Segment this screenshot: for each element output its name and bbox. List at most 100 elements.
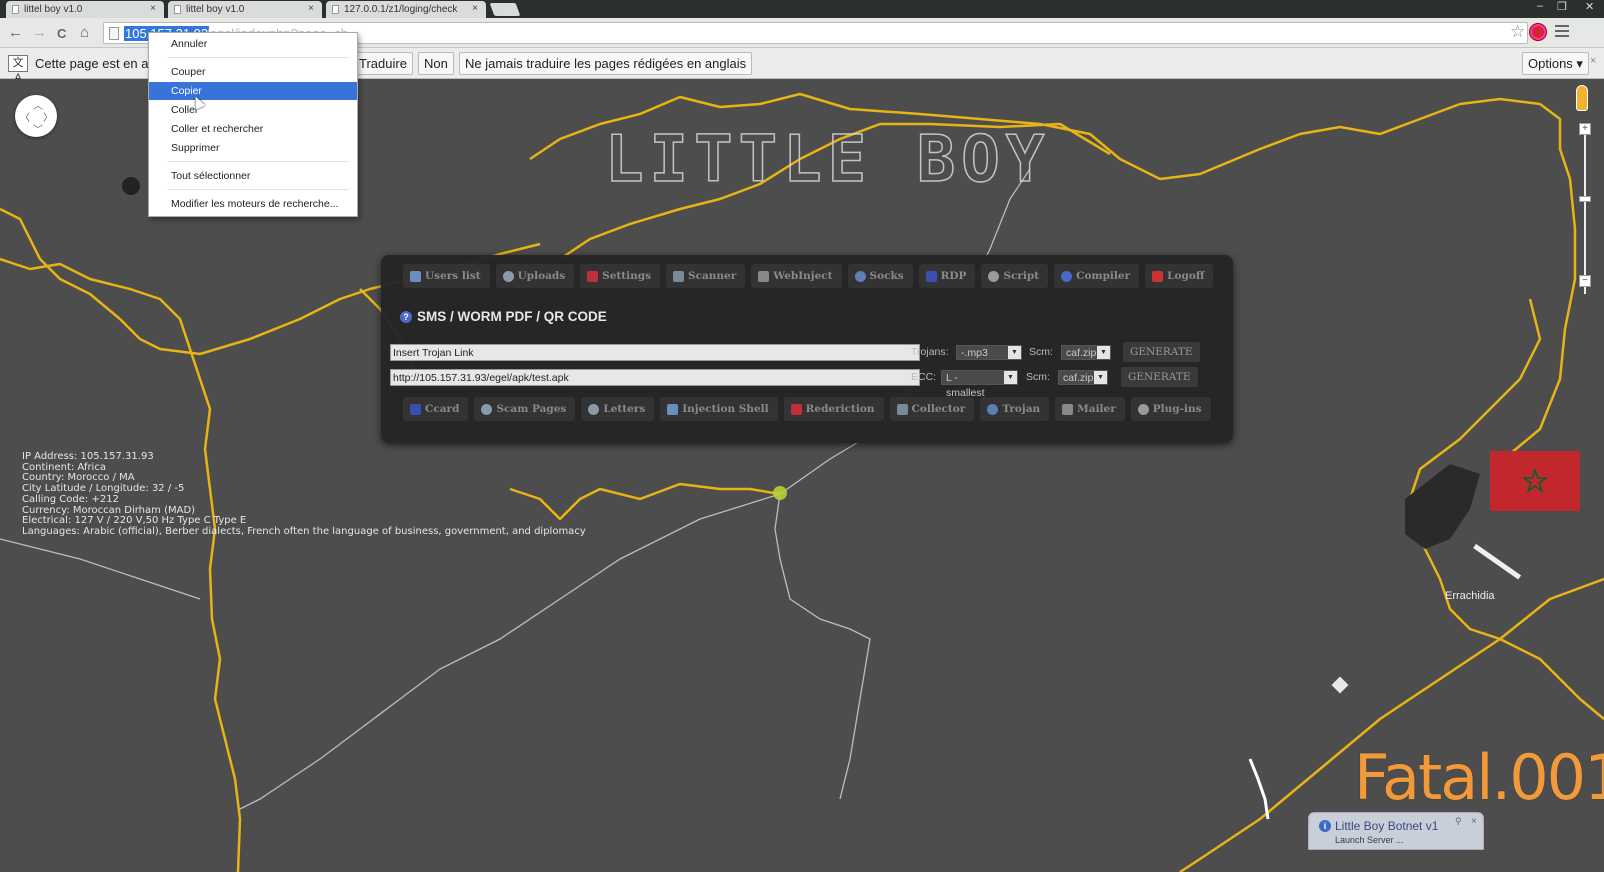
ecc-select[interactable]: L - smallest ▼ (941, 370, 1018, 399)
nav-compiler[interactable]: Compiler (1054, 264, 1140, 288)
translate-button[interactable]: Traduire (353, 52, 413, 75)
apk-url-input[interactable] (390, 369, 920, 386)
location-marker (773, 486, 787, 500)
trojans-select[interactable]: -.mp3 ▼ (956, 345, 1022, 360)
no-button[interactable]: Non (418, 52, 454, 75)
tab-close-icon[interactable]: × (150, 3, 156, 14)
new-tab-button[interactable] (489, 3, 521, 16)
nav-socks[interactable]: Socks (847, 264, 913, 288)
zoom-in-button[interactable]: + (1579, 123, 1591, 135)
languages: Languages: Arabic (official), Berber dia… (22, 525, 586, 537)
scm-select-2[interactable]: caf.zip ▼ (1058, 370, 1108, 385)
nav-mailer[interactable]: Mailer (1055, 397, 1125, 421)
pin-icon[interactable]: ⚲ (1455, 816, 1462, 827)
pan-left-icon[interactable]: 〈 (20, 109, 30, 124)
nav-logoff[interactable]: Logoff (1145, 264, 1214, 288)
menu-icon[interactable] (1555, 25, 1569, 37)
menu-item-couper[interactable]: Couper (149, 63, 357, 81)
bird-icon (758, 270, 770, 282)
menu-item-copier[interactable]: Copier (149, 82, 357, 100)
tab-close-icon[interactable]: × (308, 3, 314, 14)
pan-down-icon[interactable]: ﹀ (33, 121, 43, 136)
nav-scam-pages[interactable]: Scam Pages (474, 397, 576, 421)
nav-script[interactable]: Script (981, 264, 1049, 288)
tab-littel-boy-2[interactable]: littel boy v1.0 × (168, 1, 322, 18)
ecc-label: ECC: (911, 371, 937, 383)
nav-users-list[interactable]: Users list (403, 264, 490, 288)
pan-up-icon[interactable]: ︿ (33, 97, 43, 112)
scm-select-1[interactable]: caf.zip ▼ (1061, 345, 1111, 360)
tab-strip: littel boy v1.0 × littel boy v1.0 × 127.… (0, 0, 1604, 18)
nav-rdp[interactable]: RDP (918, 264, 976, 288)
power-icon (1152, 270, 1164, 282)
reload-button[interactable]: C (57, 26, 66, 41)
nav-injection-shell[interactable]: Injection Shell (660, 397, 778, 421)
select-value: -.mp3 (961, 347, 988, 359)
nav-collector[interactable]: Collector (889, 397, 975, 421)
compiler-icon (1061, 270, 1073, 282)
nav-rederiction[interactable]: Rederiction (783, 397, 884, 421)
menu-item-coller[interactable]: Coller (149, 101, 357, 119)
close-window-button[interactable]: ✕ (1585, 0, 1594, 13)
pan-right-icon[interactable]: 〉 (43, 109, 53, 124)
never-translate-button[interactable]: Ne jamais traduire les pages rédigées en… (459, 52, 753, 75)
nav-uploads[interactable]: Uploads (495, 264, 575, 288)
nav-label: Script (1003, 270, 1040, 282)
options-button[interactable]: Options ▾ (1522, 52, 1589, 75)
flag-star-icon (1523, 469, 1547, 493)
tab-login-check[interactable]: 127.0.0.1/z1/loging/check × (326, 1, 486, 18)
database-icon (481, 403, 493, 415)
translate-close-icon[interactable]: × (1590, 55, 1596, 67)
trojan-link-input[interactable] (390, 344, 920, 361)
chevron-down-icon: ▼ (1094, 371, 1107, 384)
nav-plug-ins[interactable]: Plug-ins (1130, 397, 1211, 421)
nav-settings[interactable]: Settings (580, 264, 660, 288)
nav-letters[interactable]: Letters (581, 397, 655, 421)
extension-icon[interactable] (1530, 24, 1546, 40)
nav-trojan[interactable]: Trojan (980, 397, 1050, 421)
section-title-text: SMS / WORM PDF / QR CODE (417, 309, 607, 324)
page-icon (12, 5, 19, 14)
generate-button-2[interactable]: GENERATE (1121, 367, 1198, 387)
notification-toast[interactable]: i Little Boy Botnet v1 Launch Server ...… (1308, 812, 1484, 850)
calling-code: Calling Code: +212 (22, 493, 119, 505)
zoom-out-button[interactable]: − (1579, 275, 1591, 287)
collector-icon (896, 403, 908, 415)
tab-close-icon[interactable]: × (470, 3, 478, 14)
zoom-slider-thumb[interactable] (1579, 196, 1591, 202)
database-icon (502, 270, 514, 282)
menu-item-modifier-moteurs[interactable]: Modifier les moteurs de recherche... (149, 195, 357, 213)
menu-item-coller-rechercher[interactable]: Coller et rechercher (149, 120, 357, 138)
notification-close-icon[interactable]: × (1471, 816, 1477, 827)
select-value: L - smallest (946, 372, 985, 399)
nav-label: Ccard (425, 403, 460, 415)
nav-ccard[interactable]: Ccard (403, 397, 469, 421)
top-nav: Users list Uploads Settings Scanner WebI… (403, 264, 1214, 288)
context-menu: Annuler Couper Copier Coller Coller et r… (148, 32, 358, 217)
pan-control[interactable]: ︿ ﹀ 〈 〉 (15, 95, 57, 137)
little-boy-logo: LITTLE BOY (604, 122, 1051, 198)
bookmark-star-icon[interactable]: ☆ (1510, 22, 1525, 42)
nav-scanner[interactable]: Scanner (666, 264, 746, 288)
menu-item-supprimer[interactable]: Supprimer (149, 139, 357, 157)
restore-button[interactable]: ❐ (1557, 0, 1567, 13)
menu-item-tout-selectionner[interactable]: Tout sélectionner (149, 167, 357, 185)
nav-label: Trojan (1002, 403, 1041, 415)
nav-label: Plug-ins (1152, 403, 1202, 415)
menu-separator (167, 57, 349, 58)
generate-button-1[interactable]: GENERATE (1123, 342, 1200, 362)
diamond-marker (1331, 676, 1349, 694)
nav-webinject[interactable]: WebInject (751, 264, 842, 288)
menu-item-annuler[interactable]: Annuler (149, 35, 357, 53)
fatal-brand-text: Fatal.001 (1354, 741, 1604, 814)
tab-littel-boy-1[interactable]: littel boy v1.0 × (6, 1, 164, 18)
tab-label: 127.0.0.1/z1/loging/check (344, 4, 458, 15)
street-view-pegman-icon[interactable] (1576, 85, 1588, 111)
home-button[interactable]: ⌂ (80, 24, 89, 41)
info-icon: i (1319, 820, 1331, 832)
back-button[interactable]: ← (8, 24, 23, 41)
zoom-slider-track[interactable] (1584, 124, 1586, 294)
forward-button[interactable]: → (32, 24, 47, 41)
rdp-icon (925, 270, 937, 282)
minimize-button[interactable]: – (1537, 0, 1543, 12)
